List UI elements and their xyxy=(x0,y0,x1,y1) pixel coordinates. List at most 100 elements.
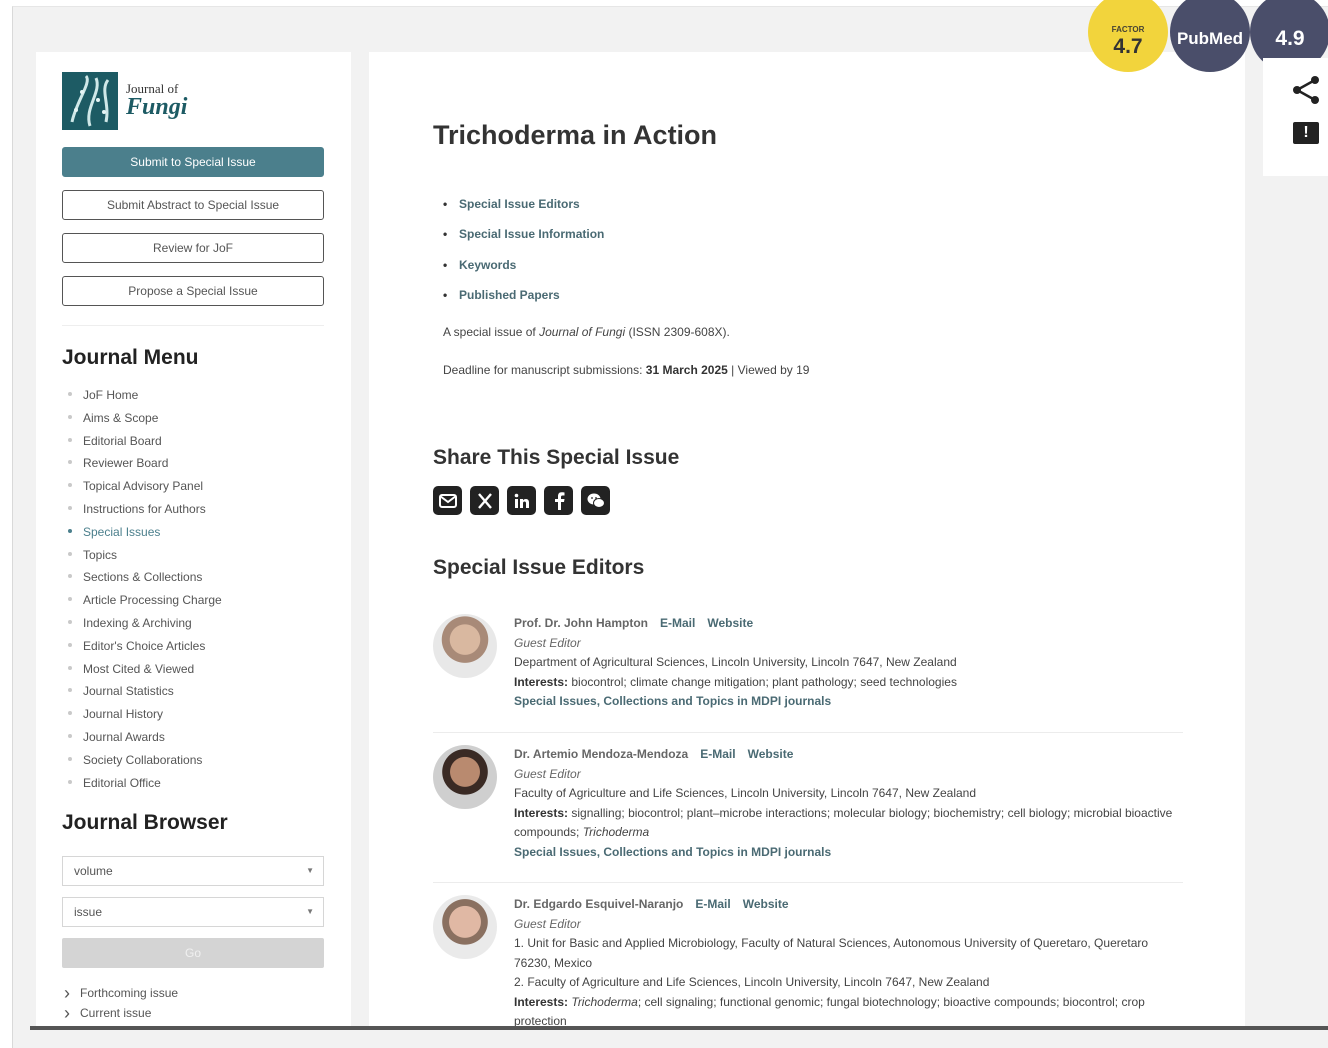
editor-interests-italic: Trichoderma xyxy=(582,825,650,839)
go-button[interactable]: Go xyxy=(62,938,324,968)
pubmed-label: PubMed xyxy=(1176,29,1244,48)
editor-interests-italic: Trichoderma xyxy=(571,994,638,1009)
editor-more-link[interactable]: Special Issues, Collections and Topics i… xyxy=(514,843,1184,863)
editor-photo xyxy=(433,895,497,959)
editor-email-link[interactable]: E-Mail xyxy=(660,616,695,630)
facebook-icon[interactable] xyxy=(544,486,573,515)
menu-item-most-cited[interactable]: Most Cited & Viewed xyxy=(66,660,222,683)
editor-name: Dr. Edgardo Esquivel-Naranjo xyxy=(514,897,684,911)
impact-factor-label: FACTOR xyxy=(1111,24,1145,34)
menu-item-aims-scope[interactable]: Aims & Scope xyxy=(66,409,222,432)
editor-more-link[interactable]: Special Issues, Collections and Topics i… xyxy=(514,692,1184,712)
issue-line-journal[interactable]: Journal of Fungi xyxy=(539,325,625,339)
menu-item-special-issues[interactable]: Special Issues xyxy=(66,523,222,546)
editor-role: Guest Editor xyxy=(514,766,581,781)
chevron-right-icon: › xyxy=(64,1003,70,1023)
interests-label: Interests: xyxy=(514,674,569,689)
review-button[interactable]: Review for JoF xyxy=(62,233,324,263)
editor-name: Prof. Dr. John Hampton xyxy=(514,616,649,630)
menu-item-history[interactable]: Journal History xyxy=(66,705,222,728)
issue-description: A special issue of Journal of Fungi (ISS… xyxy=(443,325,730,339)
menu-item-society[interactable]: Society Collaborations xyxy=(66,751,222,774)
current-issue-label: Current issue xyxy=(80,1006,152,1020)
issue-select-value: issue xyxy=(74,905,103,919)
journal-logo[interactable]: Journal of Fungi xyxy=(62,72,187,130)
editor-affiliation: 1. Unit for Basic and Applied Microbiolo… xyxy=(514,936,1149,970)
menu-item-apc[interactable]: Article Processing Charge xyxy=(66,591,222,614)
menu-item-editors-choice[interactable]: Editor's Choice Articles xyxy=(66,637,222,660)
forthcoming-issue-label: Forthcoming issue xyxy=(80,986,179,1000)
toc-information-link[interactable]: Special Issue Information xyxy=(443,224,604,254)
volume-select[interactable]: volume ▼ xyxy=(62,856,324,886)
citescore-value: 4.9 xyxy=(1275,27,1305,50)
menu-item-topical-advisory-panel[interactable]: Topical Advisory Panel xyxy=(66,477,222,500)
share-buttons xyxy=(433,486,610,515)
forthcoming-issue-link[interactable]: › Forthcoming issue xyxy=(64,983,179,1003)
editor-email-link[interactable]: E-Mail xyxy=(700,747,735,761)
divider xyxy=(62,325,324,326)
toc-editors-link[interactable]: Special Issue Editors xyxy=(443,194,604,224)
editors-heading: Special Issue Editors xyxy=(433,556,645,579)
journal-browser-heading: Journal Browser xyxy=(62,811,228,834)
viewed-count: | Viewed by 19 xyxy=(727,363,810,377)
menu-item-instructions[interactable]: Instructions for Authors xyxy=(66,500,222,523)
menu-item-awards[interactable]: Journal Awards xyxy=(66,728,222,751)
sidebar: Journal of Fungi Submit to Special Issue… xyxy=(36,52,351,1026)
chevron-down-icon: ▼ xyxy=(306,907,314,916)
menu-item-home[interactable]: JoF Home xyxy=(66,386,222,409)
deadline-prefix: Deadline for manuscript submissions: xyxy=(443,363,646,377)
editor-interests: biocontrol; climate change mitigation; p… xyxy=(568,674,957,689)
editor-role: Guest Editor xyxy=(514,635,581,650)
chevron-right-icon: › xyxy=(64,983,70,1003)
propose-special-issue-button[interactable]: Propose a Special Issue xyxy=(62,276,324,306)
logo-text-big: Fungi xyxy=(126,94,188,121)
share-heading: Share This Special Issue xyxy=(433,446,680,469)
divider xyxy=(433,882,1183,883)
issue-select[interactable]: issue ▼ xyxy=(62,897,324,927)
wechat-icon[interactable] xyxy=(581,486,610,515)
editor-role: Guest Editor xyxy=(514,916,581,931)
editor-website-link[interactable]: Website xyxy=(743,897,789,911)
menu-item-statistics[interactable]: Journal Statistics xyxy=(66,682,222,705)
editor-affiliation: Department of Agricultural Sciences, Lin… xyxy=(514,655,957,669)
linkedin-icon[interactable] xyxy=(507,486,536,515)
impact-factor-value: 4.7 xyxy=(1113,34,1143,58)
interests-label: Interests: xyxy=(514,805,569,820)
report-icon[interactable]: ! xyxy=(1293,122,1319,144)
x-icon[interactable] xyxy=(470,486,499,515)
menu-item-reviewer-board[interactable]: Reviewer Board xyxy=(66,454,222,477)
window-bottom-edge xyxy=(30,1026,1328,1030)
journal-logo-mark xyxy=(62,72,118,130)
editor-affiliation-2: 2. Faculty of Agriculture and Life Scien… xyxy=(514,975,990,989)
volume-select-value: volume xyxy=(74,864,113,878)
current-issue-link[interactable]: › Current issue xyxy=(64,1003,152,1023)
editor-email-link[interactable]: E-Mail xyxy=(695,897,730,911)
menu-item-editorial-office[interactable]: Editorial Office xyxy=(66,774,222,797)
submit-special-issue-button[interactable]: Submit to Special Issue xyxy=(62,147,324,177)
toc-published-papers-link[interactable]: Published Papers xyxy=(443,285,604,315)
editor-photo xyxy=(433,614,497,678)
journal-menu: JoF Home Aims & Scope Editorial Board Re… xyxy=(66,386,222,796)
share-icon[interactable] xyxy=(1291,74,1323,106)
menu-item-sections[interactable]: Sections & Collections xyxy=(66,568,222,591)
deadline-date: 31 March 2025 xyxy=(645,363,728,377)
submit-abstract-button[interactable]: Submit Abstract to Special Issue xyxy=(62,190,324,220)
editor-photo xyxy=(433,745,497,809)
editor-website-link[interactable]: Website xyxy=(707,616,753,630)
toc-keywords-link[interactable]: Keywords xyxy=(443,255,604,285)
page-title: Trichoderma in Action xyxy=(433,120,718,150)
menu-item-editorial-board[interactable]: Editorial Board xyxy=(66,432,222,455)
menu-item-topics[interactable]: Topics xyxy=(66,546,222,569)
divider xyxy=(433,732,1183,733)
email-icon[interactable] xyxy=(433,486,462,515)
right-toolbar: ! xyxy=(1263,58,1328,176)
section-toc: Special Issue Editors Special Issue Info… xyxy=(443,194,604,315)
deadline-line: Deadline for manuscript submissions: 31 … xyxy=(443,363,809,377)
main-content: Trichoderma in Action Special Issue Edit… xyxy=(369,52,1245,1028)
issue-line-suffix: (ISSN 2309-608X). xyxy=(625,325,730,339)
logo-text-small: Journal of xyxy=(126,80,179,96)
menu-item-indexing[interactable]: Indexing & Archiving xyxy=(66,614,222,637)
editor-website-link[interactable]: Website xyxy=(748,747,794,761)
editor-name: Dr. Artemio Mendoza-Mendoza xyxy=(514,747,689,761)
issue-line-prefix: A special issue of xyxy=(443,325,540,339)
